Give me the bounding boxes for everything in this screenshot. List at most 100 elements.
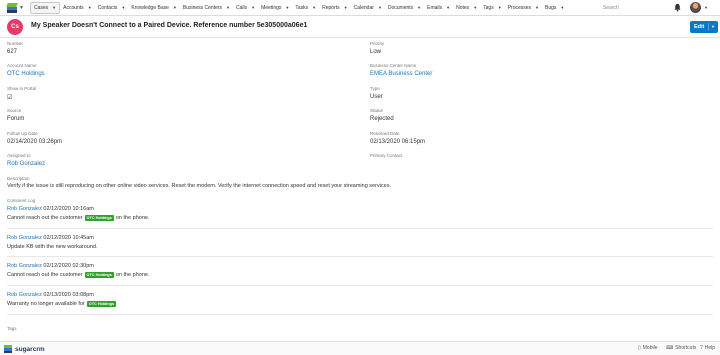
user-avatar[interactable] [690,2,701,13]
chevron-down-icon[interactable]: ▼ [711,24,715,29]
chevron-down-icon[interactable]: ▼ [19,5,24,11]
field-value[interactable]: Low [370,49,384,55]
chevron-down-icon[interactable]: ▼ [344,5,348,10]
notification-bell-icon[interactable] [673,3,682,12]
chevron-down-icon[interactable]: ▼ [251,5,255,10]
field-label: Status [370,108,383,113]
nav-tab-knowledge-base[interactable]: Knowledge Base ▼ [128,2,180,14]
chevron-down-icon[interactable]: ▼ [560,5,564,10]
description-label: Description [7,176,30,181]
chevron-down-icon[interactable]: ▼ [417,5,421,10]
chevron-down-icon[interactable]: ▼ [52,5,56,10]
footer: sugarcrm ▯ Mobile ⌨ Shortcuts ? Help [0,341,720,355]
field-business-center: Business Center Name EMEA Business Cente… [370,63,432,77]
chevron-down-icon[interactable]: ▼ [535,5,539,10]
help-icon: ? [700,345,703,351]
field-label: Follow Up Date [7,131,38,136]
field-label: Business Center Name [370,63,417,68]
nav-tab-documents[interactable]: Documents ▼ [385,2,424,14]
global-search-input[interactable]: Search [600,3,664,13]
chevron-down-icon[interactable]: ▼ [173,5,177,10]
comment-date: 02/12/2020 02:30pm [43,263,94,269]
field-value[interactable]: User [370,94,383,100]
sugar-logo-icon [4,345,12,353]
field-assigned-to: Assigned to Rob Gonzalez [7,153,45,167]
chevron-down-icon[interactable]: ▼ [312,5,316,10]
nav-tab-calendar[interactable]: Calendar ▼ [351,2,385,14]
field-value[interactable]: 02/14/2020 03:26pm [7,139,62,145]
sugar-logo-icon[interactable] [6,2,18,13]
portal-checkbox[interactable]: ☑ [7,94,36,101]
field-label: Priority [370,41,385,46]
divider [7,285,713,286]
chevron-down-icon[interactable]: ▼ [378,5,382,10]
chevron-down-icon[interactable]: ▼ [88,5,92,10]
mobile-link[interactable]: ▯ Mobile [638,345,658,351]
field-show-in-portal: Show in Portal ☑ [7,86,36,101]
nav-tab-tasks[interactable]: Tasks ▼ [292,2,319,14]
divider [7,314,713,315]
comment-log-label: Comment Log [7,198,36,203]
nav-tab-calls[interactable]: Calls ▼ [233,2,258,14]
account-tag[interactable]: OTC Holdings [84,215,114,221]
field-label: Account Name [7,63,37,68]
nav-tab-reports[interactable]: Reports ▼ [319,2,350,14]
chevron-down-icon[interactable]: ▼ [285,5,289,10]
nav-tab-notes[interactable]: Notes ▼ [453,2,480,14]
chevron-down-icon[interactable]: ▼ [226,5,230,10]
nav-tab-emails[interactable]: Emails ▼ [424,2,453,14]
account-link[interactable]: OTC Holdings [7,71,45,77]
comment-text: Cannot reach out the customer [7,215,83,221]
divider [7,256,713,257]
account-tag[interactable]: OTC Holdings [84,272,114,278]
field-follow-up-date: Follow Up Date 02/14/2020 03:26pm [7,131,62,145]
nav-tab-contacts[interactable]: Contacts ▼ [95,2,129,14]
field-value[interactable]: 627 [7,49,23,55]
page-title: My Speaker Doesn't Connect to a Paired D… [31,22,308,29]
field-label: Primary Contact [370,153,403,158]
nav-tab-tags[interactable]: Tags ▼ [480,2,505,14]
nav-tab-processes[interactable]: Processes ▼ [505,2,542,14]
nav-tab-meetings[interactable]: Meetings ▼ [258,2,292,14]
brand-name: sugarcrm [15,345,45,353]
field-value[interactable]: 02/13/2020 06:15pm [370,139,425,145]
comment-author-link[interactable]: Rob Gonzalez [7,263,42,269]
business-center-link[interactable]: EMEA Business Center [370,71,432,77]
help-link[interactable]: ? Help [700,345,715,351]
field-label: Assigned to [7,153,31,158]
field-resolved-date: Resolved Date 02/13/2020 06:15pm [370,131,425,145]
field-value[interactable]: Rejected [370,116,394,122]
chevron-down-icon[interactable]: ▼ [446,5,450,10]
chevron-down-icon[interactable]: ▼ [473,5,477,10]
edit-button[interactable]: Edit ▼ [690,21,718,33]
field-number: Number 627 [7,41,23,55]
comment-text: on the phone. [115,215,150,221]
comment-author-link[interactable]: Rob Gonzalez [7,206,42,212]
field-label: Number [7,41,24,46]
comment-entry: Rob Gonzalez 02/12/2020 10:16am Cannot r… [7,206,149,221]
account-tag[interactable]: OTC Holdings [86,301,117,307]
chevron-down-icon[interactable]: ▼ [704,5,708,10]
nav-tab-business-centers[interactable]: Business Centers ▼ [180,2,233,14]
comment-author-link[interactable]: Rob Gonzalez [7,235,42,241]
nav-tab-accounts[interactable]: Accounts ▼ [60,2,95,14]
nav-tab-bugs[interactable]: Bugs ▼ [542,2,567,14]
field-value[interactable]: Forum [7,116,24,122]
search-placeholder: Search [603,5,619,11]
field-label: Source [7,108,22,113]
keyboard-icon: ⌨ [666,345,674,351]
description-text[interactable]: Verify if the issue is still reproducing… [7,183,391,189]
chevron-down-icon[interactable]: ▼ [498,5,502,10]
assigned-user-link[interactable]: Rob Gonzalez [7,161,45,167]
field-label: Resolved Date [370,131,400,136]
field-label: Type [370,86,380,91]
shortcuts-link[interactable]: ⌨ Shortcuts [666,345,696,351]
footer-logo[interactable]: sugarcrm [4,345,45,353]
comment-author-link[interactable]: Rob Gonzalez [7,292,42,298]
divider [7,228,713,229]
nav-tab-cases[interactable]: Cases ▼ [29,1,61,14]
chevron-down-icon[interactable]: ▼ [121,5,125,10]
favorite-star-icon[interactable]: ☆ [278,22,284,30]
field-source: Source Forum [7,108,24,122]
comment-text: Cannot reach out the customer [7,272,83,278]
